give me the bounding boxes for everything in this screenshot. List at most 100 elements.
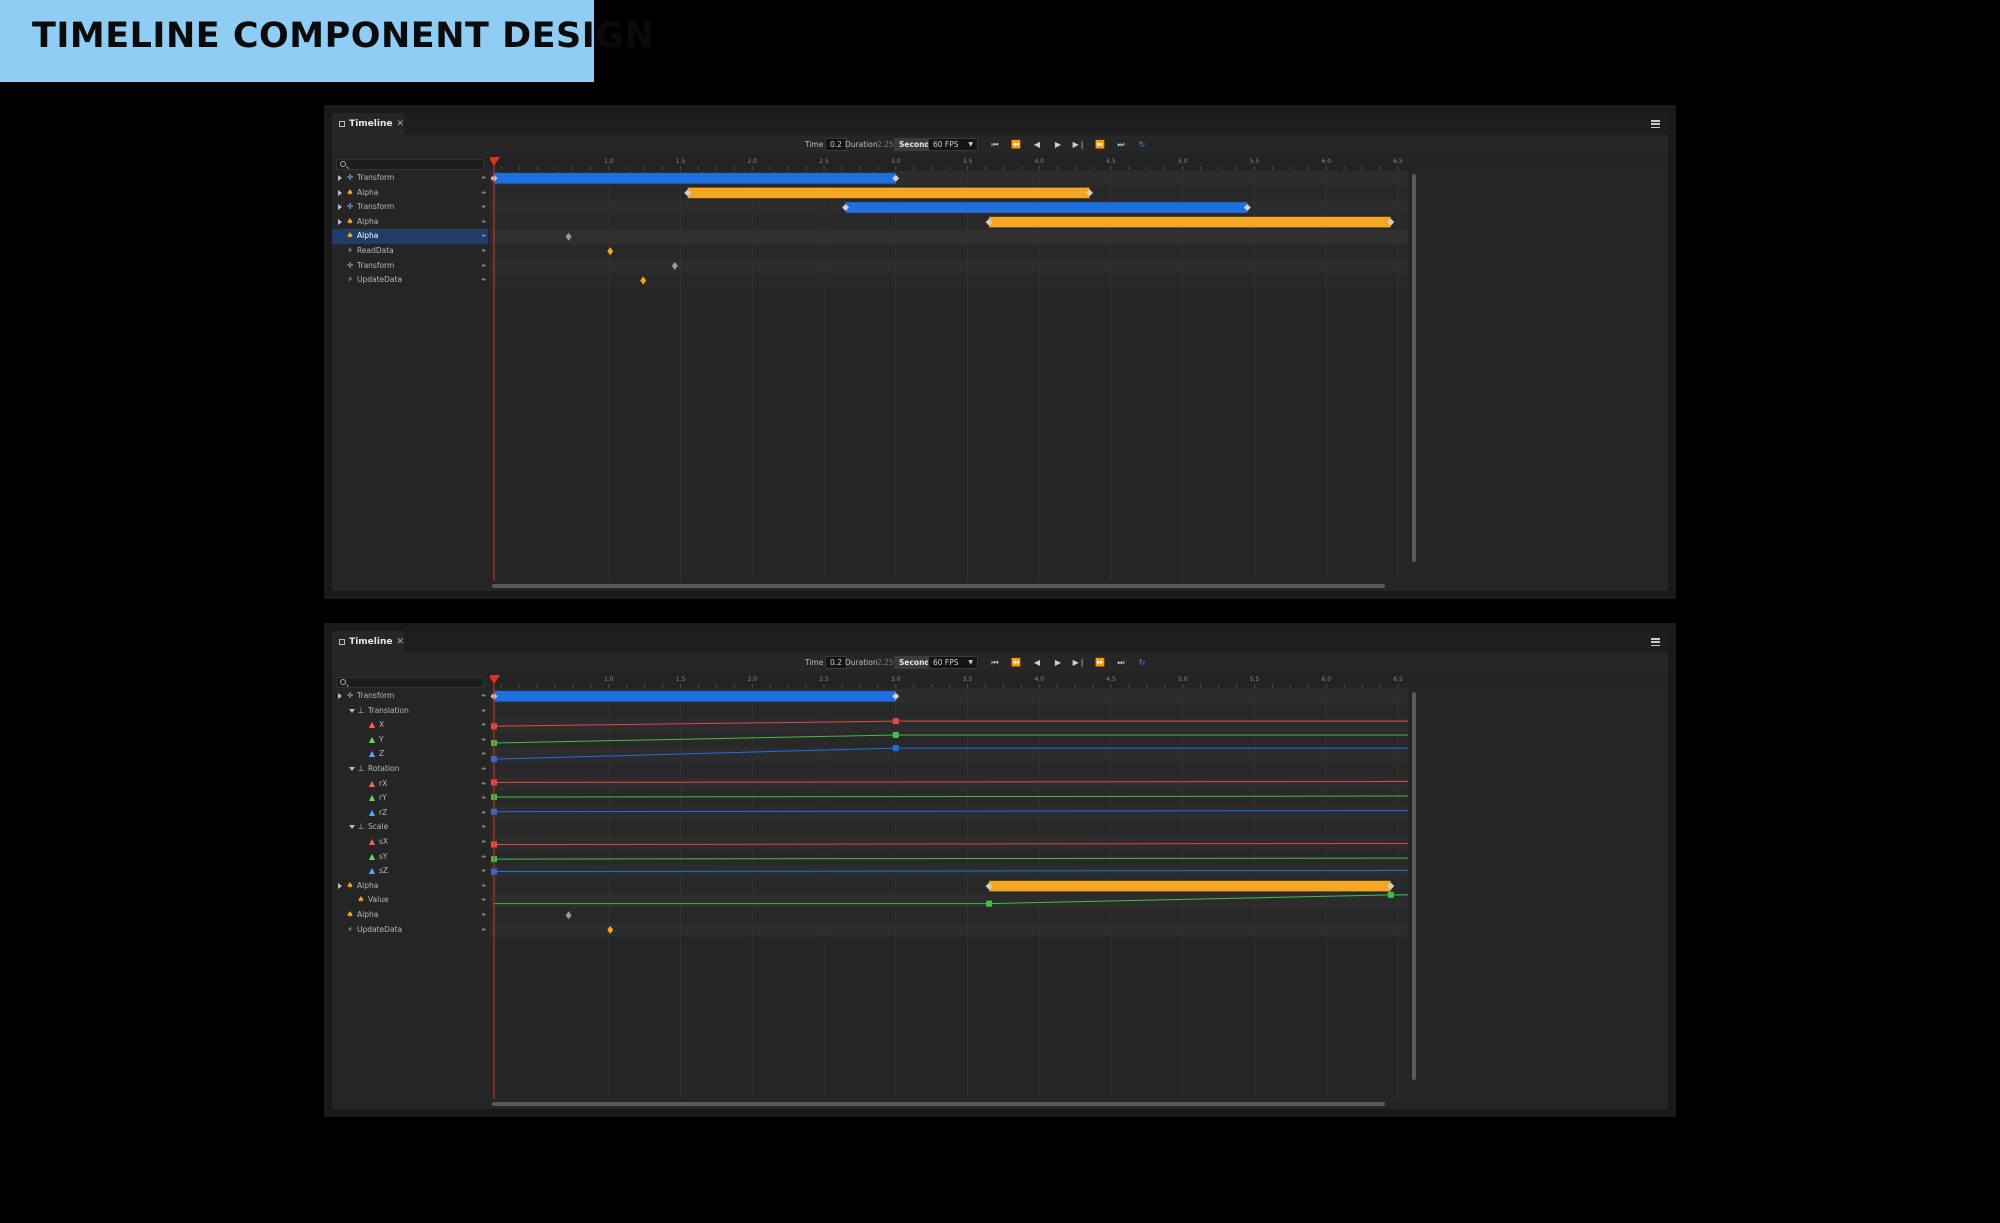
track-row[interactable]: ▲ rY ⌖ [332, 791, 488, 806]
loop-icon[interactable]: ↻ [1134, 656, 1150, 669]
fps-value: 60 FPS [933, 140, 959, 149]
hamburger-menu-icon[interactable] [1651, 120, 1660, 128]
track-row[interactable]: ✛ Transform ⌖ [332, 200, 488, 215]
caret-down-icon[interactable] [349, 825, 355, 830]
step-forward-icon[interactable]: ▶❘ [1071, 656, 1087, 669]
caret-down-icon[interactable] [349, 708, 355, 713]
time-input[interactable]: 0.2 [825, 138, 847, 151]
caret-right-icon[interactable] [338, 189, 342, 196]
track-row-bg [490, 762, 1408, 777]
track-row[interactable]: ♠ Value ⌖ [332, 893, 488, 908]
track-row-bg [490, 908, 1408, 923]
track-row[interactable]: ✛ Transform ⌖ [332, 689, 488, 704]
close-icon[interactable]: ✕ [396, 637, 404, 647]
search-input[interactable] [336, 677, 484, 688]
search-input[interactable] [336, 159, 484, 170]
track-row[interactable]: ▲ rZ ⌖ [332, 806, 488, 821]
skip-to-end-icon[interactable]: ⏭ [1113, 656, 1129, 669]
pin-icon[interactable]: ⌖ [481, 866, 486, 876]
pin-icon[interactable]: ⌖ [481, 173, 486, 183]
pin-icon[interactable]: ⌖ [481, 217, 486, 227]
pin-icon[interactable]: ⌖ [481, 202, 486, 212]
banner-title: TIMELINE COMPONENT DESIGN [32, 16, 655, 56]
track-row[interactable]: ▲ X ⌖ [332, 718, 488, 733]
next-key-icon[interactable]: ⏩ [1092, 656, 1108, 669]
caret-right-icon[interactable] [338, 204, 342, 211]
search-icon [340, 679, 346, 685]
pin-icon[interactable]: ⌖ [481, 691, 486, 701]
step-back-icon[interactable]: ◀ [1029, 656, 1045, 669]
previous-key-icon[interactable]: ⏪ [1008, 656, 1024, 669]
track-row-bg [490, 229, 1408, 244]
track-row[interactable]: ♠ Alpha ⌖ [332, 186, 488, 201]
play-icon[interactable]: ▶ [1050, 656, 1066, 669]
pin-icon[interactable]: ⌖ [481, 231, 486, 241]
track-row[interactable]: ▲ sX ⌖ [332, 835, 488, 850]
fps-select[interactable]: 60 FPS ▼ [928, 656, 978, 669]
track-row[interactable]: ⊥ Translation ⌖ [332, 704, 488, 719]
track-label: Alpha [357, 910, 379, 919]
timeline-canvas[interactable]: 1.0 1.5 2.0 2.5 3.0 3.5 4.0 4.5 5.0 5.5 6.0 6.5 [488, 672, 1666, 1109]
ruler-tick-label: 3.0 [891, 158, 901, 165]
track-row[interactable]: ⚡ UpdateData ⌖ [332, 273, 488, 288]
ruler-tick-label: 1.0 [604, 676, 614, 683]
track-row[interactable]: ▲ rX ⌖ [332, 777, 488, 792]
track-row[interactable]: ▲ sZ ⌖ [332, 864, 488, 879]
close-icon[interactable]: ✕ [396, 119, 404, 129]
pin-icon[interactable]: ⌖ [481, 793, 486, 803]
play-icon[interactable]: ▶ [1050, 138, 1066, 151]
pin-icon[interactable]: ⌖ [481, 706, 486, 716]
step-back-icon[interactable]: ◀ [1029, 138, 1045, 151]
caret-down-icon[interactable] [349, 767, 355, 771]
tab-timeline[interactable]: Timeline ✕ [332, 631, 404, 653]
loop-icon[interactable]: ↻ [1134, 138, 1150, 151]
track-row[interactable]: ✛ Transform ⌖ [332, 259, 488, 274]
skip-to-start-icon[interactable]: ⏮ [987, 138, 1003, 151]
pin-icon[interactable]: ⌖ [481, 822, 486, 832]
pin-icon[interactable]: ⌖ [481, 852, 486, 862]
track-row[interactable]: ⚡ UpdateData ⌖ [332, 923, 488, 938]
pin-icon[interactable]: ⌖ [481, 895, 486, 905]
clip-bar [494, 691, 896, 702]
track-row[interactable]: ♠ Alpha ⌖ [332, 908, 488, 923]
time-input[interactable]: 0.2 [825, 656, 847, 669]
caret-right-icon[interactable] [338, 218, 342, 225]
pin-icon[interactable]: ⌖ [481, 910, 486, 920]
track-row[interactable]: ▲ sY ⌖ [332, 850, 488, 865]
track-row[interactable]: ♠ Alpha ⌖ [332, 215, 488, 230]
pin-icon[interactable]: ⌖ [481, 764, 486, 774]
skip-to-start-icon[interactable]: ⏮ [987, 656, 1003, 669]
track-row[interactable]: ⊥ Rotation ⌖ [332, 762, 488, 777]
pin-icon[interactable]: ⌖ [481, 246, 486, 256]
track-row[interactable]: ✛ Transform ⌖ [332, 171, 488, 186]
pin-icon[interactable]: ⌖ [481, 925, 486, 935]
pin-icon[interactable]: ⌖ [481, 188, 486, 198]
track-row[interactable]: ♠ Alpha ⌖ [332, 879, 488, 894]
pin-icon[interactable]: ⌖ [481, 779, 486, 789]
track-row[interactable]: ♠ Alpha ⌖ [332, 229, 488, 244]
pin-icon[interactable]: ⌖ [481, 808, 486, 818]
track-row[interactable]: ⚡ ReadData ⌖ [332, 244, 488, 259]
skip-to-end-icon[interactable]: ⏭ [1113, 138, 1129, 151]
pin-icon[interactable]: ⌖ [481, 881, 486, 891]
timeline-canvas[interactable]: 1.0 1.5 2.0 2.5 3.0 3.5 4.0 4.5 5.0 5.5 6.0 6.5 [488, 154, 1666, 591]
step-forward-icon[interactable]: ▶❘ [1071, 138, 1087, 151]
fps-select[interactable]: 60 FPS ▼ [928, 138, 978, 151]
pin-icon[interactable]: ⌖ [481, 837, 486, 847]
track-row[interactable]: ▲ Z ⌖ [332, 747, 488, 762]
caret-right-icon[interactable] [338, 693, 342, 699]
pin-icon[interactable]: ⌖ [481, 261, 486, 271]
track-row[interactable]: ▲ Y ⌖ [332, 733, 488, 748]
track-row[interactable]: ⊥ Scale ⌖ [332, 820, 488, 835]
caret-right-icon[interactable] [338, 175, 342, 181]
previous-key-icon[interactable]: ⏪ [1008, 138, 1024, 151]
pin-icon[interactable]: ⌖ [481, 749, 486, 759]
pin-icon[interactable]: ⌖ [481, 275, 486, 285]
pin-icon[interactable]: ⌖ [481, 720, 486, 730]
ruler-tick-label: 3.5 [963, 158, 973, 165]
next-key-icon[interactable]: ⏩ [1092, 138, 1108, 151]
caret-right-icon[interactable] [338, 882, 342, 889]
hamburger-menu-icon[interactable] [1651, 638, 1660, 646]
pin-icon[interactable]: ⌖ [481, 735, 486, 745]
tab-timeline[interactable]: Timeline ✕ [332, 113, 404, 135]
